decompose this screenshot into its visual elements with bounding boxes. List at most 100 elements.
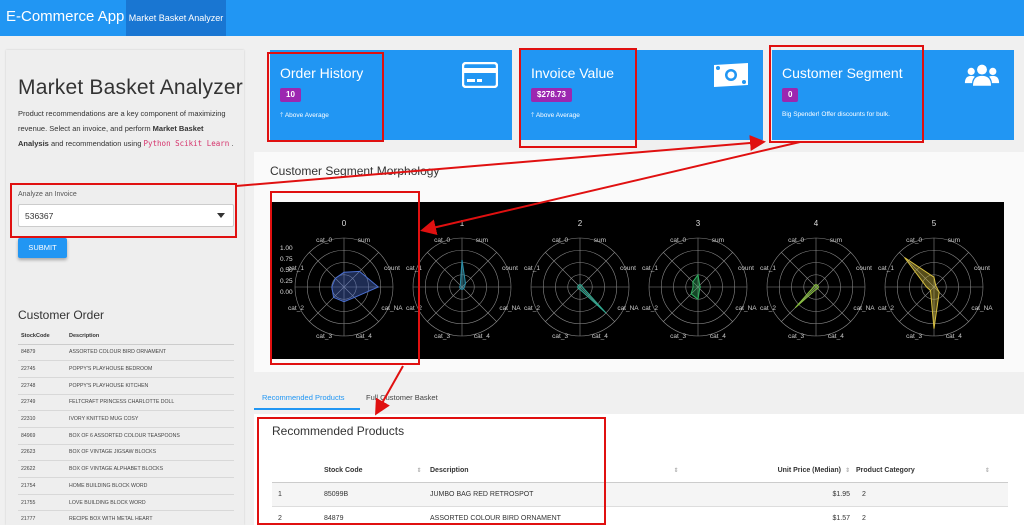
rec-header-label: Description: [430, 467, 469, 475]
nav-tab-market-basket-analyzer[interactable]: Market Basket Analyzer: [126, 0, 226, 36]
order-description: LOVE BUILDING BLOCK WORD: [66, 494, 234, 512]
radar-axis-label: cat_NA: [971, 305, 993, 312]
radar-tick-label: 1.00: [280, 245, 293, 252]
rec-header-label: Product Category: [856, 467, 915, 475]
radar-segment-2: 2 count sum cat_0 cat_1 cat_2 cat_3 cat_4 cat_NA: [524, 219, 639, 340]
rec-header-label: Stock Code: [324, 467, 363, 475]
radar-axis-label: cat_0: [434, 237, 450, 244]
card-subtext-label: Above Average: [535, 112, 580, 119]
app-bar: E-Commerce App Market Basket Analyzer: [0, 0, 1024, 36]
order-header-description[interactable]: Description: [66, 329, 234, 345]
radar-axis-label: sum: [594, 237, 606, 244]
radar-axis-label: count: [620, 265, 636, 272]
order-row: 21755 LOVE BUILDING BLOCK WORD: [18, 494, 234, 512]
rec-header-unit-price[interactable]: Unit Price (Median) ⇕: [692, 460, 856, 483]
radar-title: 0: [342, 219, 347, 228]
radar-axis-label: cat_1: [642, 265, 658, 272]
radar-axis-label: cat_0: [788, 237, 804, 244]
order-row: 22310 IVORY KNITTED MUG COSY: [18, 410, 234, 428]
sidebar: Market Basket Analyzer Product recommend…: [6, 50, 244, 525]
order-header-stockcode[interactable]: StockCode: [18, 329, 66, 345]
radar-axis-label: sum: [948, 237, 960, 244]
order-history-badge: 10: [280, 88, 301, 102]
radar-axis-label: cat_1: [524, 265, 540, 272]
customer-segment-badge: 0: [782, 88, 799, 102]
users-icon: [964, 64, 1000, 86]
radar-chart-area: 0 count sum cat_0 cat_1 cat_2 cat_3 cat_4 cat_NA…: [270, 202, 1004, 359]
order-description: IVORY KNITTED MUG COSY: [66, 410, 234, 428]
radar-tick-label: 0.00: [280, 289, 293, 296]
radar-axis-label: cat_2: [406, 305, 422, 312]
radar-segment-0: 0countsumcat_0cat_1cat_2cat_3 cat_4cat_NA…: [280, 219, 403, 340]
app-title[interactable]: E-Commerce App: [6, 8, 124, 25]
segment-morphology-panel: Customer Segment Morphology 0 count sum cat…: [254, 152, 1024, 372]
tab-full-customer-basket[interactable]: Full Customer Basket: [366, 393, 438, 402]
analyze-invoice-label: Analyze an Invoice: [18, 191, 77, 198]
card-title: Invoice Value: [531, 65, 615, 81]
radar-axis-label: cat_3: [670, 333, 686, 340]
sort-icon[interactable]: ⇕: [674, 467, 679, 474]
desc-code: Python Scikit Learn: [143, 139, 230, 148]
radar-axis-label: cat_0: [906, 237, 922, 244]
radar-axis-label: count: [384, 265, 400, 272]
desc-text-2: and recommendation using: [48, 139, 144, 148]
radar-axis-label: count: [502, 265, 518, 272]
radar-spoke: [933, 252, 969, 288]
customer-segment-card: Customer Segment 0 Big Spender! Offer di…: [772, 50, 1014, 140]
radar-spoke: [697, 286, 733, 322]
rec-header-description[interactable]: Description ⇕: [430, 460, 692, 483]
card-title: Customer Segment: [782, 65, 903, 81]
invoice-value-card: Invoice Value $278.73 🡑 Above Average: [521, 50, 763, 140]
active-tab-indicator: [254, 408, 360, 410]
tab-recommended-products[interactable]: Recommended Products: [262, 393, 345, 402]
rec-row[interactable]: 1 85099B JUMBO BAG RED RETROSPOT $1.95 2: [272, 482, 1008, 507]
radar-spoke: [815, 252, 851, 288]
radar-axis-label: cat_NA: [499, 305, 521, 312]
rec-index: 1: [272, 482, 318, 507]
order-row: 21754 HOME BUILDING BLOCK WORD: [18, 477, 234, 495]
radar-axis-label: sum: [712, 237, 724, 244]
radar-axis-label: cat_2: [878, 305, 894, 312]
rec-header-stock-code[interactable]: Stock Code ⇕: [318, 460, 430, 483]
radar-series-polygon: [331, 270, 380, 303]
radar-spoke: [781, 252, 817, 288]
radar-charts: 0 count sum cat_0 cat_1 cat_2 cat_3 cat_4 cat_NA…: [280, 219, 993, 340]
radar-axis-label: cat_1: [760, 265, 776, 272]
invoice-select[interactable]: 536367: [18, 204, 234, 227]
radar-axis-label: cat_3: [434, 333, 450, 340]
sort-icon[interactable]: ⇕: [417, 467, 422, 474]
radar-axis-label: cat_1: [878, 265, 894, 272]
order-stockcode: 22749: [18, 394, 66, 412]
order-description: HOME BUILDING BLOCK WORD: [66, 477, 234, 495]
order-stockcode: 84969: [18, 427, 66, 445]
radar-series-polygon: [794, 283, 820, 309]
analyze-invoice-field: Analyze an Invoice 536367: [18, 191, 234, 233]
radar-spoke: [815, 286, 851, 322]
order-row: 22749 FELTCRAFT PRINCESS CHARLOTTE DOLL: [18, 394, 234, 412]
sort-icon[interactable]: ⇕: [845, 467, 850, 474]
credit-card-icon: [462, 62, 498, 88]
rec-stock-code: 84879: [318, 506, 430, 525]
rec-row[interactable]: 2 84879 ASSORTED COLOUR BIRD ORNAMENT $1…: [272, 506, 1008, 525]
recommended-table: Stock Code ⇕ Description ⇕ Unit Price (Med…: [272, 460, 1008, 525]
radar-axis-label: cat_4: [828, 333, 844, 340]
radar-segment-3: 3 count sum cat_0 cat_1 cat_2 cat_3 cat_4 cat_NA: [642, 219, 757, 340]
radar-axis-label: cat_2: [760, 305, 776, 312]
order-description: BOX OF VINTAGE ALPHABET BLOCKS: [66, 460, 234, 478]
radar-spoke: [579, 252, 615, 288]
radar-axis-label: cat_2: [642, 305, 658, 312]
radar-spoke: [461, 286, 497, 322]
radar-axis-label: cat_3: [316, 333, 332, 340]
invoice-select-value: 536367: [25, 211, 54, 221]
rec-header-category[interactable]: Product Category ⇕: [856, 460, 1008, 483]
order-stockcode: 21755: [18, 494, 66, 512]
radar-spoke: [697, 252, 733, 288]
radar-spoke: [427, 252, 463, 288]
order-description: RECIPE BOX WITH METAL HEART: [66, 510, 234, 525]
radar-axis-label: cat_0: [670, 237, 686, 244]
radar-axis-label: sum: [358, 237, 370, 244]
submit-button[interactable]: SUBMIT: [18, 238, 67, 258]
radar-axis-label: cat_2: [524, 305, 540, 312]
sort-icon[interactable]: ⇕: [985, 467, 990, 474]
radar-spoke: [461, 252, 497, 288]
